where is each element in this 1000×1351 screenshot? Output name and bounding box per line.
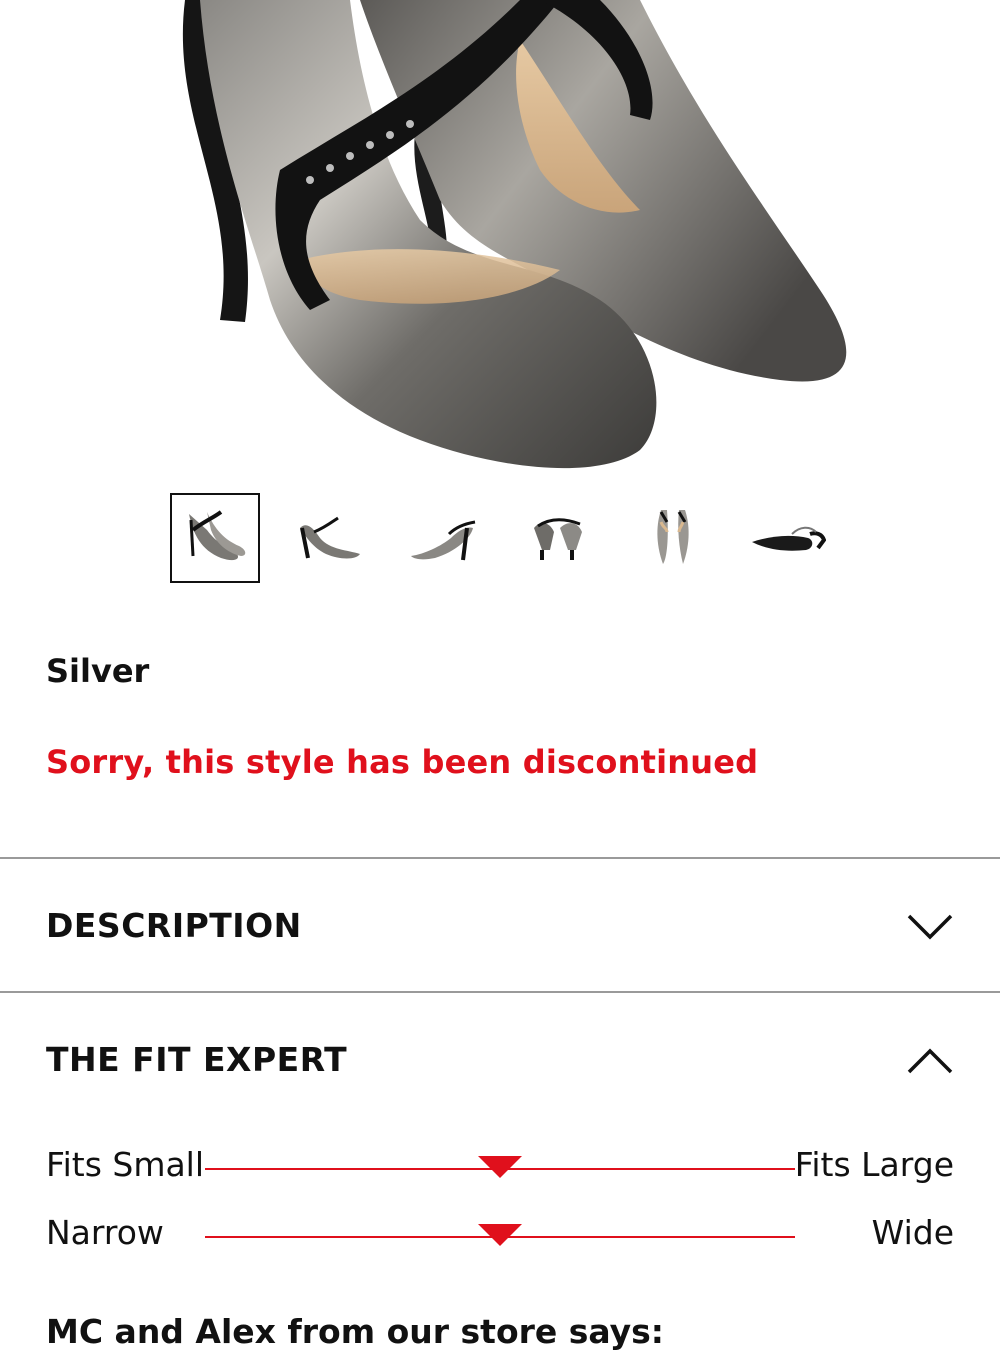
description-title: DESCRIPTION xyxy=(46,906,302,945)
fit-scale-left-label: Fits Small xyxy=(46,1145,205,1184)
discontinued-message: Sorry, this style has been discontinued xyxy=(46,743,759,781)
shoe-thumbnail-image xyxy=(411,520,476,561)
shoe-thumbnail-image xyxy=(752,526,826,551)
fit-expert-accordion-header[interactable]: THE FIT EXPERT xyxy=(0,1026,1000,1096)
shoe-thumbnail-image xyxy=(534,518,582,560)
shoe-pair-illustration xyxy=(182,0,847,469)
fit-scale-right-label: Wide xyxy=(871,1213,954,1252)
section-divider xyxy=(0,857,1000,859)
fit-size-scale: Fits Small Fits Large xyxy=(0,1145,1000,1195)
fit-expert-title: THE FIT EXPERT xyxy=(46,1040,348,1079)
thumbnail-sole-view[interactable] xyxy=(745,493,835,583)
fit-scale-marker xyxy=(478,1156,522,1178)
description-accordion-header[interactable]: DESCRIPTION xyxy=(0,892,1000,962)
store-says-heading: MC and Alex from our store says: xyxy=(46,1312,665,1351)
fit-width-scale: Narrow Wide xyxy=(0,1213,1000,1263)
shoe-thumbnail-image xyxy=(300,516,360,559)
fit-scale-right-label: Fits Large xyxy=(794,1145,954,1184)
fit-scale-marker xyxy=(478,1224,522,1246)
thumbnail-front-pair[interactable] xyxy=(170,493,260,583)
thumbnail-inner-side[interactable] xyxy=(400,493,490,583)
selected-color-label: Silver xyxy=(46,652,150,690)
shoe-thumbnail-image xyxy=(189,510,246,561)
thumbnail-top-view[interactable] xyxy=(630,493,720,583)
thumbnail-side-view[interactable] xyxy=(285,493,375,583)
section-divider xyxy=(0,991,1000,993)
product-hero-image[interactable] xyxy=(0,0,1000,480)
chevron-up-icon xyxy=(907,1048,953,1074)
fit-scale-left-label: Narrow xyxy=(46,1213,164,1252)
shoe-thumbnail-image xyxy=(657,510,689,564)
thumbnail-rear-pair[interactable] xyxy=(515,493,605,583)
chevron-down-icon xyxy=(907,914,953,940)
thumbnail-strip xyxy=(0,493,1000,585)
